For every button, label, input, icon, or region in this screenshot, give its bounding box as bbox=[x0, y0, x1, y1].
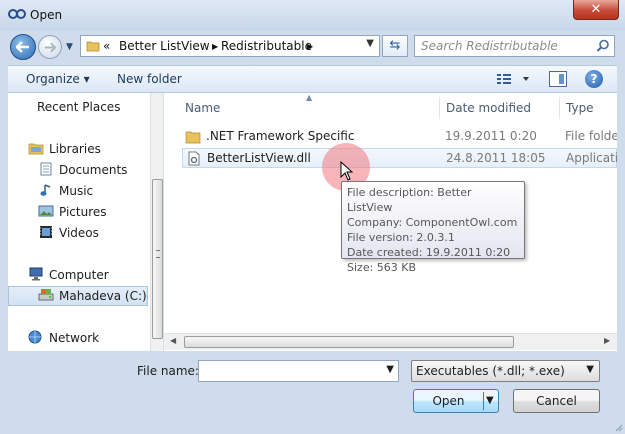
new-folder-button[interactable]: New folder bbox=[117, 72, 182, 86]
file-date: 24.8.2011 18:05 bbox=[446, 151, 546, 165]
split-divider bbox=[483, 392, 484, 410]
app-icon bbox=[8, 9, 26, 19]
breadcrumb-better-listview[interactable]: Better ListView bbox=[119, 39, 210, 53]
file-type-filter-value: Executables (*.dll; *.exe) bbox=[416, 364, 565, 378]
forward-arrow-icon bbox=[44, 42, 56, 53]
mouse-cursor-icon bbox=[340, 161, 354, 181]
network-icon bbox=[28, 330, 42, 344]
file-list-hscrollbar[interactable]: ◀ ▶ bbox=[164, 333, 617, 350]
recent-places-icon bbox=[16, 99, 32, 113]
back-arrow-icon bbox=[16, 41, 29, 53]
nav-item-computer[interactable]: Computer bbox=[28, 267, 109, 282]
pictures-icon bbox=[38, 205, 54, 217]
close-button[interactable]: ✕ bbox=[573, 0, 619, 20]
breadcrumb-overflow[interactable]: « bbox=[103, 39, 110, 53]
file-name: BetterListView.dll bbox=[207, 151, 311, 165]
nav-item-network[interactable]: Network bbox=[28, 330, 99, 345]
open-button[interactable]: Open ▼ bbox=[413, 389, 499, 413]
file-type-filter-select[interactable]: Executables (*.dll; *.exe) ▼ bbox=[411, 360, 600, 382]
music-icon bbox=[40, 184, 51, 196]
scroll-right-icon[interactable]: ▶ bbox=[604, 336, 610, 345]
open-button-label: Open bbox=[432, 394, 465, 408]
help-button[interactable]: ? bbox=[585, 70, 603, 88]
filter-dropdown-icon: ▼ bbox=[586, 364, 594, 375]
nav-scrollbar-thumb[interactable] bbox=[152, 179, 163, 339]
nav-scrollbar[interactable] bbox=[150, 93, 163, 351]
column-divider[interactable] bbox=[559, 97, 560, 119]
computer-icon bbox=[29, 267, 43, 281]
refresh-icon: ⇆ bbox=[389, 38, 401, 53]
videos-icon bbox=[40, 226, 52, 238]
file-date: 19.9.2011 0:20 bbox=[445, 129, 537, 143]
column-divider[interactable] bbox=[439, 97, 440, 119]
resize-grip-icon[interactable] bbox=[613, 422, 623, 432]
recent-pages-dropdown-icon[interactable]: ▼ bbox=[66, 42, 73, 52]
nav-item-videos[interactable]: Videos bbox=[38, 225, 99, 240]
refresh-button[interactable]: ⇆ bbox=[382, 35, 408, 57]
libraries-icon bbox=[28, 143, 44, 155]
breadcrumb-redistributable[interactable]: Redistributable bbox=[221, 39, 312, 53]
file-info-tooltip: File description: Better ListView Compan… bbox=[341, 181, 525, 274]
address-bar[interactable]: « Better ListView ▶ Redistributable ▶ ▼ bbox=[80, 35, 380, 57]
search-input[interactable] bbox=[421, 38, 591, 54]
folder-icon bbox=[185, 131, 201, 144]
file-name-label: File name: bbox=[137, 364, 199, 378]
address-dropdown-icon[interactable]: ▼ bbox=[366, 38, 374, 49]
file-row[interactable]: BetterListView.dll 24.8.2011 18:05 Appli… bbox=[182, 148, 617, 168]
title-bar[interactable]: Open ✕ bbox=[0, 0, 625, 30]
navigation-pane[interactable]: Recent Places Libraries Documents Music … bbox=[8, 93, 164, 351]
dll-file-icon bbox=[188, 151, 200, 166]
column-header-date-modified[interactable]: Date modified bbox=[446, 93, 531, 123]
open-options-dropdown-icon[interactable]: ▼ bbox=[486, 390, 494, 412]
window-title: Open bbox=[30, 8, 63, 22]
search-icon bbox=[596, 39, 609, 52]
breadcrumb-separator[interactable]: ▶ bbox=[212, 42, 218, 51]
file-type: File folder bbox=[565, 129, 617, 143]
back-button[interactable] bbox=[10, 34, 36, 60]
search-box[interactable] bbox=[414, 35, 615, 57]
nav-item-recent-places[interactable]: Recent Places bbox=[37, 99, 120, 114]
nav-item-music[interactable]: Music bbox=[38, 183, 93, 198]
preview-pane-icon[interactable] bbox=[549, 71, 567, 87]
scroll-left-icon[interactable]: ◀ bbox=[170, 336, 176, 345]
nav-item-documents[interactable]: Documents bbox=[38, 162, 127, 177]
tooltip-description: File description: Better ListView bbox=[347, 186, 472, 214]
column-header-type[interactable]: Type bbox=[566, 93, 594, 123]
nav-item-pictures[interactable]: Pictures bbox=[38, 204, 107, 219]
change-view-icon[interactable] bbox=[495, 71, 535, 87]
open-dialog: Open ✕ ▼ « Better ListView ▶ Redistribut… bbox=[0, 0, 625, 434]
hscrollbar-thumb[interactable] bbox=[184, 336, 514, 348]
breadcrumb-separator[interactable]: ▶ bbox=[307, 42, 313, 51]
file-row[interactable]: .NET Framework Specific 19.9.2011 0:20 F… bbox=[182, 127, 617, 147]
cancel-button[interactable]: Cancel bbox=[513, 389, 600, 413]
folder-icon bbox=[86, 41, 100, 52]
file-name-dropdown-icon[interactable]: ▼ bbox=[386, 364, 394, 375]
drive-icon bbox=[38, 289, 54, 301]
tooltip-company: Company: ComponentOwl.com bbox=[347, 216, 518, 229]
nav-item-mahadeva-c[interactable]: Mahadeva (C:) bbox=[38, 288, 147, 303]
documents-icon bbox=[40, 162, 52, 176]
organize-button[interactable]: Organize ▾ bbox=[26, 72, 90, 86]
tooltip-date-created: Date created: 19.9.2011 0:20 bbox=[347, 246, 511, 259]
sort-ascending-icon: ▲ bbox=[306, 93, 313, 102]
file-type: Application bbox=[566, 151, 617, 165]
file-name: .NET Framework Specific bbox=[206, 129, 355, 143]
file-name-input[interactable]: ▼ bbox=[198, 360, 399, 382]
nav-item-libraries[interactable]: Libraries bbox=[28, 141, 101, 156]
tooltip-version: File version: 2.0.3.1 bbox=[347, 231, 455, 244]
tooltip-size: Size: 563 KB bbox=[347, 261, 417, 274]
command-toolbar: Organize ▾ New folder ? bbox=[8, 65, 617, 93]
column-header-name[interactable]: Name bbox=[185, 93, 220, 123]
forward-button[interactable] bbox=[38, 35, 62, 59]
